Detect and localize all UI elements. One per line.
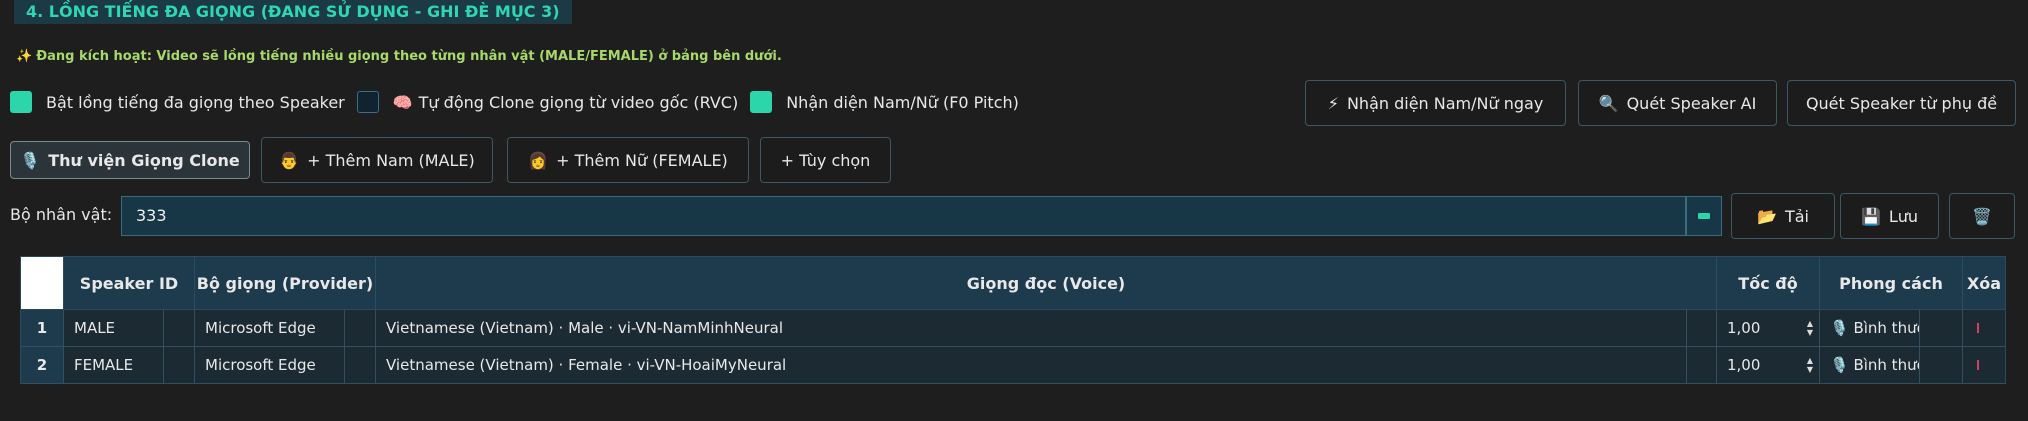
man-icon: 👨 (279, 150, 300, 170)
lightning-icon: ⚡ (1327, 93, 1339, 113)
style-select[interactable]: 🎙️ Bình thường (1820, 347, 1920, 383)
floppy-disk-icon: 💾 (1860, 206, 1881, 226)
folder-icon: 📂 (1757, 206, 1777, 226)
speed-spinbox[interactable]: 1,00 ▲ ▼ (1717, 347, 1820, 383)
trash-icon: 🗑️ (1972, 206, 1992, 226)
woman-icon: 👩 (528, 150, 549, 170)
dropdown-indicator-icon (1698, 213, 1710, 219)
character-set-combo[interactable]: 333 (121, 196, 1686, 236)
cell-gap (1920, 310, 1963, 346)
checkbox-multi-voice-label[interactable]: Bật lồng tiếng đa giọng theo Speaker (46, 93, 345, 112)
section-title: 4. LỒNG TIẾNG ĐA GIỌNG (ĐANG SỬ DỤNG - G… (14, 0, 572, 24)
speed-value: 1,00 (1727, 356, 1761, 374)
row-index[interactable]: 1 (21, 310, 64, 346)
header-delete[interactable]: Xóa (1963, 257, 2005, 309)
checkbox-auto-clone[interactable] (356, 91, 379, 113)
cell-speaker-id[interactable]: FEMALE (64, 347, 164, 383)
checkbox-gender-detect-label[interactable]: Nhận diện Nam/Nữ (F0 Pitch) (786, 93, 1019, 112)
scan-speaker-ai-button[interactable]: 🔍 Quét Speaker AI (1578, 80, 1777, 126)
cell-gap (345, 347, 376, 383)
options-row: Bật lồng tiếng đa giọng theo Speaker 🧠 Tự… (10, 89, 1031, 115)
custom-option-button[interactable]: + Tùy chọn (760, 137, 891, 183)
microphone-icon: 🎙️ (20, 150, 41, 170)
table-header: Speaker ID Bộ giọng (Provider) Giọng đọc… (20, 256, 2006, 310)
scan-speaker-subs-button[interactable]: Quét Speaker từ phụ đề (1787, 80, 2016, 126)
cell-speaker-id[interactable]: MALE (64, 310, 164, 346)
speaker-table: Speaker ID Bộ giọng (Provider) Giọng đọc… (20, 256, 2006, 384)
cell-gap (1920, 347, 1963, 383)
save-set-button[interactable]: 💾 Lưu (1840, 193, 1939, 239)
clone-library-button[interactable]: 🎙️ Thư viện Giọng Clone (10, 141, 250, 179)
table-row[interactable]: 1 MALE Microsoft Edge Vietnamese (Vietna… (20, 310, 2006, 347)
cell-gap (345, 310, 376, 346)
search-icon: 🔍 (1598, 93, 1619, 113)
cell-gap (1687, 347, 1717, 383)
add-male-button[interactable]: 👨 + Thêm Nam (MALE) (261, 137, 493, 183)
checkbox-gender-detect[interactable] (750, 91, 773, 113)
brain-icon: 🧠 (392, 92, 413, 112)
speed-spinbox[interactable]: 1,00 ▲ ▼ (1717, 310, 1820, 346)
cell-gap (1687, 310, 1717, 346)
load-set-button[interactable]: 📂 Tải (1731, 193, 1835, 239)
active-hint: ✨ Đang kích hoạt: Video sẽ lồng tiếng nhi… (16, 49, 782, 64)
header-style[interactable]: Phong cách (1820, 257, 1963, 309)
table-row[interactable]: 2 FEMALE Microsoft Edge Vietnamese (Viet… (20, 347, 2006, 384)
header-speaker-id[interactable]: Speaker ID (64, 257, 195, 309)
active-hint-text: Đang kích hoạt: Video sẽ lồng tiếng nhiề… (36, 49, 782, 64)
header-voice[interactable]: Giọng đọc (Voice) (376, 257, 1717, 309)
speed-value: 1,00 (1727, 319, 1761, 337)
cell-provider[interactable]: Microsoft Edge (195, 347, 345, 383)
header-speed[interactable]: Tốc độ (1717, 257, 1820, 309)
detect-gender-button[interactable]: ⚡ Nhận diện Nam/Nữ ngay (1305, 80, 1566, 126)
style-select[interactable]: 🎙️ Bình thường (1820, 310, 1920, 346)
cell-voice[interactable]: Vietnamese (Vietnam) · Female · vi-VN-Ho… (376, 347, 1687, 383)
checkbox-auto-clone-label[interactable]: 🧠 Tự động Clone giọng từ video gốc (RVC) (393, 93, 738, 112)
delete-set-button[interactable]: 🗑️ (1949, 193, 2015, 239)
cell-gap (164, 310, 195, 346)
cell-gap (164, 347, 195, 383)
corner-cell[interactable] (21, 257, 64, 309)
delete-row-button[interactable] (1963, 347, 2005, 383)
cell-voice[interactable]: Vietnamese (Vietnam) · Male · vi-VN-NamM… (376, 310, 1687, 346)
delete-row-icon (1977, 323, 1979, 333)
character-set-label: Bộ nhân vật: (10, 205, 113, 224)
delete-row-button[interactable] (1963, 310, 2005, 346)
cell-provider[interactable]: Microsoft Edge (195, 310, 345, 346)
delete-row-icon (1977, 360, 1979, 370)
sparkles-icon: ✨ (16, 49, 33, 64)
row-index[interactable]: 2 (21, 347, 64, 383)
spin-arrows-icon[interactable]: ▲ ▼ (1807, 356, 1813, 374)
header-provider[interactable]: Bộ giọng (Provider) (195, 257, 376, 309)
checkbox-multi-voice[interactable] (10, 91, 32, 113)
add-female-button[interactable]: 👩 + Thêm Nữ (FEMALE) (507, 137, 749, 183)
spin-arrows-icon[interactable]: ▲ ▼ (1807, 319, 1813, 337)
character-set-dropdown[interactable] (1686, 196, 1722, 236)
